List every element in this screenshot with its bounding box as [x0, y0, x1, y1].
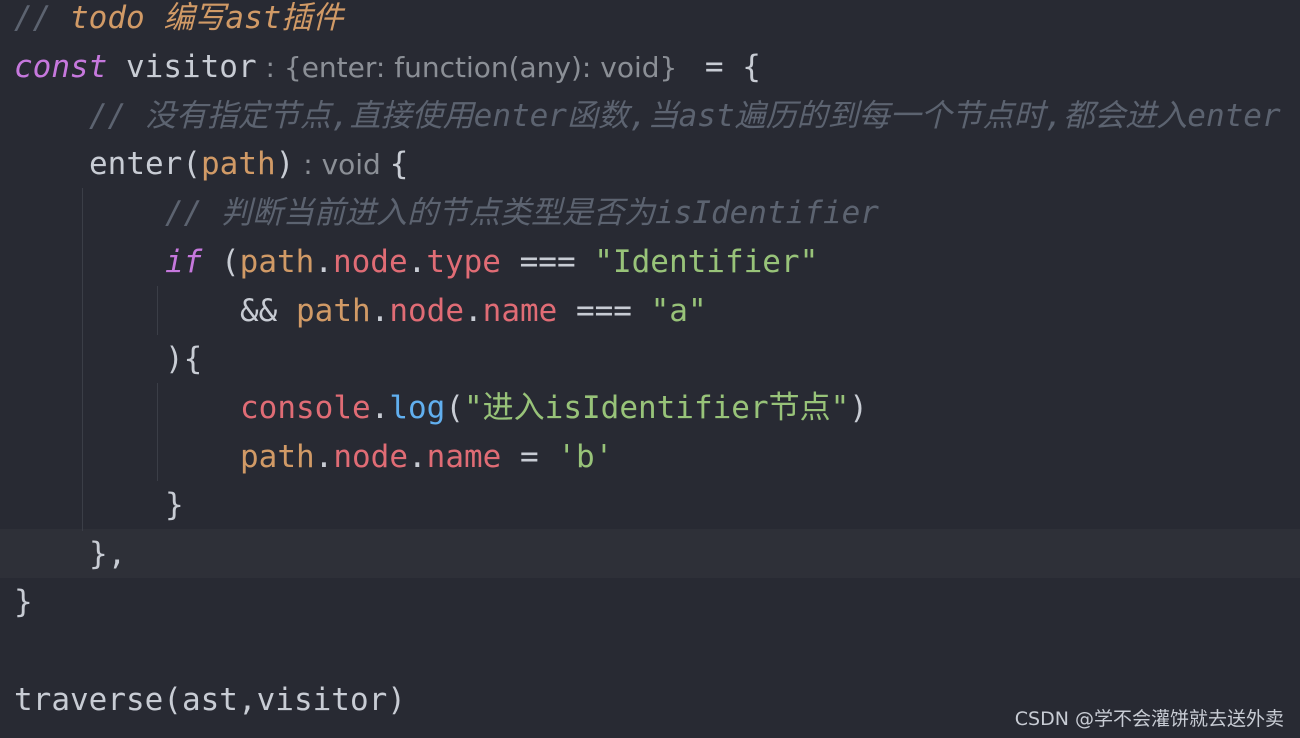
paren-brace: ){: [165, 341, 203, 377]
fn-log: log: [389, 390, 446, 426]
indent-guide: [157, 383, 158, 481]
var-path: path: [239, 244, 315, 280]
watermark: CSDN @学不会灌饼就去送外卖: [1014, 708, 1284, 730]
brace-close: }: [165, 487, 184, 523]
comment-prefix: //: [14, 0, 70, 36]
code-line-6[interactable]: if (path.node.type === "Identifier": [165, 238, 818, 287]
prop-node: node: [389, 293, 464, 329]
method-enter: enter: [89, 146, 183, 182]
code-line-1[interactable]: // todo 编写ast插件: [14, 0, 343, 43]
identifier-visitor: visitor: [107, 49, 257, 85]
code-line-13[interactable]: }: [14, 578, 33, 627]
code-line-5[interactable]: // 判断当前进入的节点类型是否为isIdentifier: [165, 189, 879, 238]
dot: .: [314, 244, 333, 280]
prop-type: type: [426, 244, 501, 280]
prop-name: name: [482, 293, 558, 329]
string-literal: "a": [650, 293, 707, 329]
dot: .: [314, 439, 334, 475]
code-line-3[interactable]: // 没有指定节点,直接使用enter函数,当ast遍历的到每一个节点时,都会进…: [89, 92, 1281, 141]
code-editor[interactable]: // todo 编写ast插件 const visitor : {enter: …: [0, 0, 1300, 738]
current-line-highlight: [0, 529, 1300, 578]
code-line-12[interactable]: },: [89, 530, 126, 579]
code-line-7[interactable]: && path.node.name === "a": [240, 287, 707, 336]
dot: .: [407, 439, 427, 475]
param-path: path: [201, 146, 276, 182]
code-line-2[interactable]: const visitor : {enter: function(any): v…: [14, 43, 761, 92]
var-path: path: [240, 439, 315, 475]
return-type-hint: : void: [294, 148, 390, 181]
paren-open: (: [445, 390, 464, 426]
prop-name: name: [426, 439, 502, 475]
code-line-4[interactable]: enter(path) : void {: [89, 140, 408, 189]
code-line-15[interactable]: traverse(ast,visitor): [14, 676, 406, 725]
todo-comment: todo 编写ast插件: [70, 0, 344, 36]
paren-open: (: [202, 244, 240, 280]
string-literal: "进入isIdentifier节点": [464, 390, 850, 426]
brace-open: {: [389, 146, 409, 182]
var-path: path: [296, 293, 371, 329]
code-line-8[interactable]: ){: [165, 335, 202, 384]
comment-text: // 没有指定节点,直接使用enter函数,当ast遍历的到每一个节点时,都会进…: [89, 98, 1281, 134]
obj-console: console: [240, 390, 371, 426]
comment-text: // 判断当前进入的节点类型是否为isIdentifier: [165, 195, 879, 231]
indent-guide: [157, 286, 158, 335]
dot: .: [407, 244, 427, 280]
operator-and: &&: [240, 293, 296, 329]
dot: .: [370, 390, 390, 426]
code-line-10[interactable]: path.node.name = 'b': [240, 433, 613, 482]
paren-close: ): [849, 390, 868, 426]
operator: ===: [557, 293, 651, 329]
brace-close: }: [14, 584, 33, 620]
dot: .: [370, 293, 390, 329]
type-hint: : {enter: function(any): void}: [256, 51, 687, 84]
indent-guide: [82, 188, 83, 531]
keyword-if: if: [165, 244, 203, 280]
operator: ===: [500, 244, 595, 280]
assign-open: = {: [686, 49, 761, 85]
keyword-const: const: [14, 49, 108, 85]
brace-close-comma: },: [89, 536, 127, 572]
dot: .: [463, 293, 483, 329]
operator: =: [501, 439, 558, 475]
prop-node: node: [333, 439, 408, 475]
code-line-11[interactable]: }: [165, 481, 184, 530]
string-literal: 'b': [557, 439, 614, 475]
string-literal: "Identifier": [594, 244, 819, 280]
paren-open: (: [182, 146, 201, 182]
paren-close: ): [275, 146, 295, 182]
traverse-call: traverse(ast,visitor): [14, 682, 406, 718]
code-line-9[interactable]: console.log("进入isIdentifier节点"): [240, 384, 868, 433]
prop-node: node: [332, 244, 408, 280]
